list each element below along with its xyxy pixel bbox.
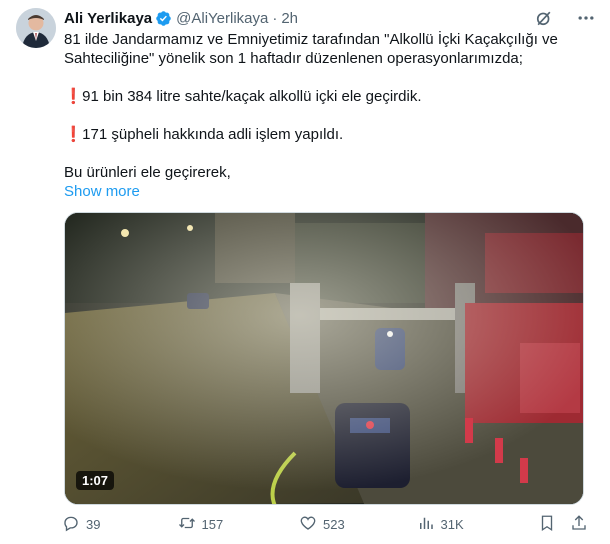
bullet-text: 91 bin 384 litre sahte/kaçak alkollü içk…	[82, 88, 422, 105]
timestamp[interactable]: 2h	[281, 10, 298, 27]
views-count: 31K	[440, 516, 464, 532]
video-thumbnail	[65, 213, 583, 504]
bookmark-button[interactable]	[538, 514, 556, 535]
grok-icon[interactable]	[534, 8, 554, 28]
header-actions	[534, 8, 596, 28]
reply-count: 39	[86, 516, 101, 532]
separator-dot: ·	[272, 9, 278, 27]
video-duration: 1:07	[76, 471, 115, 490]
tweet-line: Sahteciliğine" yönelik son 1 haftadır dü…	[64, 50, 523, 67]
bookmark-icon	[538, 514, 556, 535]
tweet-bullet: ❗ 91 bin 384 litre sahte/kaçak alkollü i…	[64, 87, 584, 106]
tweet-line: 81 ilde Jandarmamız ve Emniyetimiz taraf…	[64, 31, 558, 48]
more-icon[interactable]	[576, 8, 596, 28]
bullet-text: 171 şüpheli hakkında adli işlem yapıldı.	[82, 126, 344, 143]
reply-icon	[62, 514, 80, 535]
author-name[interactable]: Ali Yerlikaya	[64, 10, 152, 27]
show-more-link[interactable]: Show more	[64, 182, 584, 201]
exclamation-icon: ❗	[64, 126, 83, 143]
share-button[interactable]	[570, 514, 588, 535]
avatar[interactable]	[16, 8, 56, 48]
verified-badge-icon	[155, 10, 172, 27]
action-bar: 39 157 523 31K	[62, 513, 588, 535]
tweet-text: 81 ilde Jandarmamız ve Emniyetimiz taraf…	[64, 30, 584, 201]
views-button[interactable]: 31K	[417, 514, 537, 535]
like-button[interactable]: 523	[299, 514, 417, 535]
exclamation-icon: ❗	[64, 88, 83, 105]
like-icon	[299, 514, 317, 535]
tweet-line: Bu ürünleri ele geçirerek,	[64, 164, 231, 181]
tweet-bullet: ❗ 171 şüpheli hakkında adli işlem yapıld…	[64, 125, 584, 144]
repost-button[interactable]: 157	[178, 514, 299, 535]
author-handle[interactable]: @AliYerlikaya	[176, 10, 268, 27]
like-count: 523	[323, 516, 345, 532]
repost-icon	[178, 514, 196, 535]
reply-button[interactable]: 39	[62, 514, 178, 535]
repost-count: 157	[201, 516, 224, 532]
views-icon	[417, 514, 435, 535]
tweet[interactable]: Ali Yerlikaya @AliYerlikaya · 2h 81 ilde…	[0, 0, 610, 544]
share-icon	[570, 514, 588, 535]
tweet-header: Ali Yerlikaya @AliYerlikaya · 2h	[64, 8, 298, 28]
video-player[interactable]: 1:07	[64, 212, 584, 505]
